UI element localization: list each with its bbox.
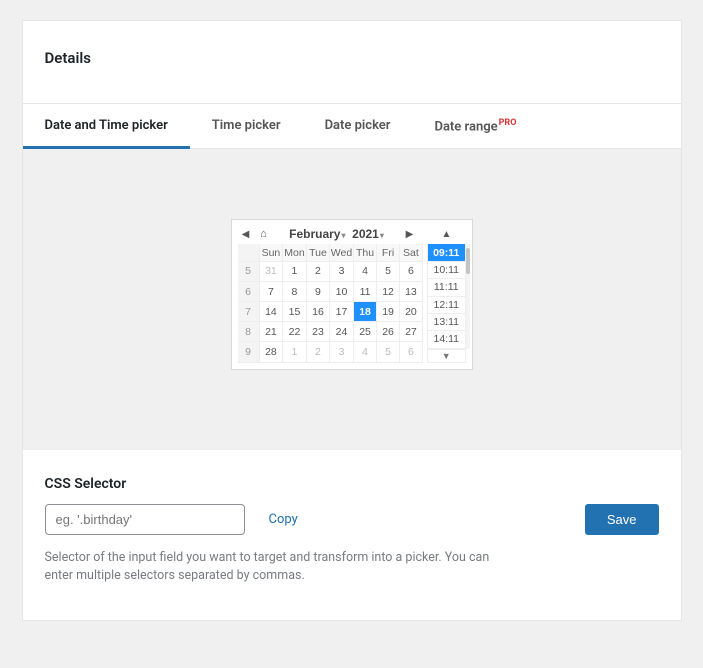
calendar-day[interactable]: 1 xyxy=(283,261,307,281)
week-number: 8 xyxy=(238,322,260,342)
calendar-day[interactable]: 13 xyxy=(399,281,422,301)
calendar-day[interactable]: 7 xyxy=(259,281,282,301)
calendar-day[interactable]: 12 xyxy=(377,281,400,301)
css-selector-section: CSS Selector Copy Save Selector of the i… xyxy=(23,450,681,621)
calendar-day[interactable]: 16 xyxy=(306,302,329,322)
calendar-day[interactable]: 3 xyxy=(330,261,354,281)
prev-month-icon[interactable]: ◀ xyxy=(238,226,254,242)
tab-date-range[interactable]: Date rangePRO xyxy=(412,104,538,148)
week-number: 5 xyxy=(238,261,260,281)
calendar-day[interactable]: 14 xyxy=(259,302,282,322)
calendar-day[interactable]: 31 xyxy=(259,261,282,281)
calendar-day[interactable]: 6 xyxy=(399,342,422,362)
calendar-day[interactable]: 2 xyxy=(306,342,329,362)
time-scrollbar[interactable] xyxy=(466,244,470,348)
time-option[interactable]: 09:11 xyxy=(427,244,466,261)
calendar-day[interactable]: 5 xyxy=(377,342,400,362)
time-scroll-down-icon[interactable]: ▼ xyxy=(427,349,466,363)
calendar-day[interactable]: 18 xyxy=(353,302,376,322)
calendar-day[interactable]: 4 xyxy=(353,342,376,362)
page-title: Details xyxy=(45,49,659,67)
datetime-picker: ◀ ⌂ February▾ 2021▾ ▶ ▲ SunMonTueWedThuF… xyxy=(231,219,473,369)
help-text: Selector of the input field you want to … xyxy=(45,549,505,587)
time-option[interactable]: 10:11 xyxy=(427,262,466,279)
time-option[interactable]: 11:11 xyxy=(427,279,466,296)
year-label: 2021 xyxy=(352,227,379,241)
time-option[interactable]: 12:11 xyxy=(427,297,466,314)
pro-badge: PRO xyxy=(499,118,517,128)
month-label: February xyxy=(289,227,340,241)
time-column: 09:1110:1111:1112:1113:1114:11 ▼ xyxy=(427,244,466,362)
calendar-day[interactable]: 20 xyxy=(399,302,422,322)
calendar-day[interactable]: 3 xyxy=(330,342,354,362)
details-panel: Details Date and Time pickerTime pickerD… xyxy=(22,20,682,621)
calendar-day[interactable]: 5 xyxy=(377,261,400,281)
day-header: Mon xyxy=(283,244,307,261)
tab-date-and-time-picker[interactable]: Date and Time picker xyxy=(23,104,190,148)
calendar-grid: SunMonTueWedThuFriSat 531123456678910111… xyxy=(238,244,423,362)
day-header: Tue xyxy=(306,244,329,261)
time-option[interactable]: 13:11 xyxy=(427,314,466,331)
tab-date-picker[interactable]: Date picker xyxy=(303,104,413,148)
calendar-day[interactable]: 28 xyxy=(259,342,282,362)
tabs-bar: Date and Time pickerTime pickerDate pick… xyxy=(23,104,681,149)
calendar-day[interactable]: 11 xyxy=(353,281,376,301)
calendar-day[interactable]: 27 xyxy=(399,322,422,342)
calendar-day[interactable]: 1 xyxy=(283,342,307,362)
calendar-day[interactable]: 8 xyxy=(283,281,307,301)
calendar-day[interactable]: 26 xyxy=(377,322,400,342)
week-number: 7 xyxy=(238,302,260,322)
month-year-label[interactable]: February▾ 2021▾ xyxy=(274,227,400,241)
next-month-icon[interactable]: ▶ xyxy=(402,226,418,242)
calendar-day[interactable]: 15 xyxy=(283,302,307,322)
calendar-day[interactable]: 23 xyxy=(306,322,329,342)
calendar-day[interactable]: 21 xyxy=(259,322,282,342)
calendar-header: ◀ ⌂ February▾ 2021▾ ▶ ▲ xyxy=(238,226,466,242)
day-header: Sat xyxy=(399,244,422,261)
field-row: Copy Save xyxy=(45,504,659,535)
copy-button[interactable]: Copy xyxy=(269,512,298,527)
day-header: Wed xyxy=(330,244,354,261)
calendar-day[interactable]: 24 xyxy=(330,322,354,342)
day-header: Fri xyxy=(377,244,400,261)
day-header: Sun xyxy=(259,244,282,261)
home-icon[interactable]: ⌂ xyxy=(256,226,272,242)
calendar-day[interactable]: 25 xyxy=(353,322,376,342)
calendar-day[interactable]: 6 xyxy=(399,261,422,281)
tab-content: ◀ ⌂ February▾ 2021▾ ▶ ▲ SunMonTueWedThuF… xyxy=(23,149,681,449)
day-header: Thu xyxy=(353,244,376,261)
calendar-day[interactable]: 2 xyxy=(306,261,329,281)
calendar-day[interactable]: 19 xyxy=(377,302,400,322)
save-button[interactable]: Save xyxy=(585,504,659,535)
calendar-day[interactable]: 17 xyxy=(330,302,354,322)
field-label: CSS Selector xyxy=(45,476,659,492)
panel-header: Details xyxy=(23,21,681,104)
calendar-day[interactable]: 22 xyxy=(283,322,307,342)
calendar-day[interactable]: 10 xyxy=(330,281,354,301)
calendar-day[interactable]: 9 xyxy=(306,281,329,301)
tab-time-picker[interactable]: Time picker xyxy=(190,104,303,148)
time-list: 09:1110:1111:1112:1113:1114:11 xyxy=(427,244,466,348)
time-scroll-up-icon[interactable]: ▲ xyxy=(428,226,466,242)
week-number: 9 xyxy=(238,342,260,362)
time-option[interactable]: 14:11 xyxy=(427,331,466,348)
css-selector-input[interactable] xyxy=(45,504,245,535)
week-number: 6 xyxy=(238,281,260,301)
calendar-day[interactable]: 4 xyxy=(353,261,376,281)
